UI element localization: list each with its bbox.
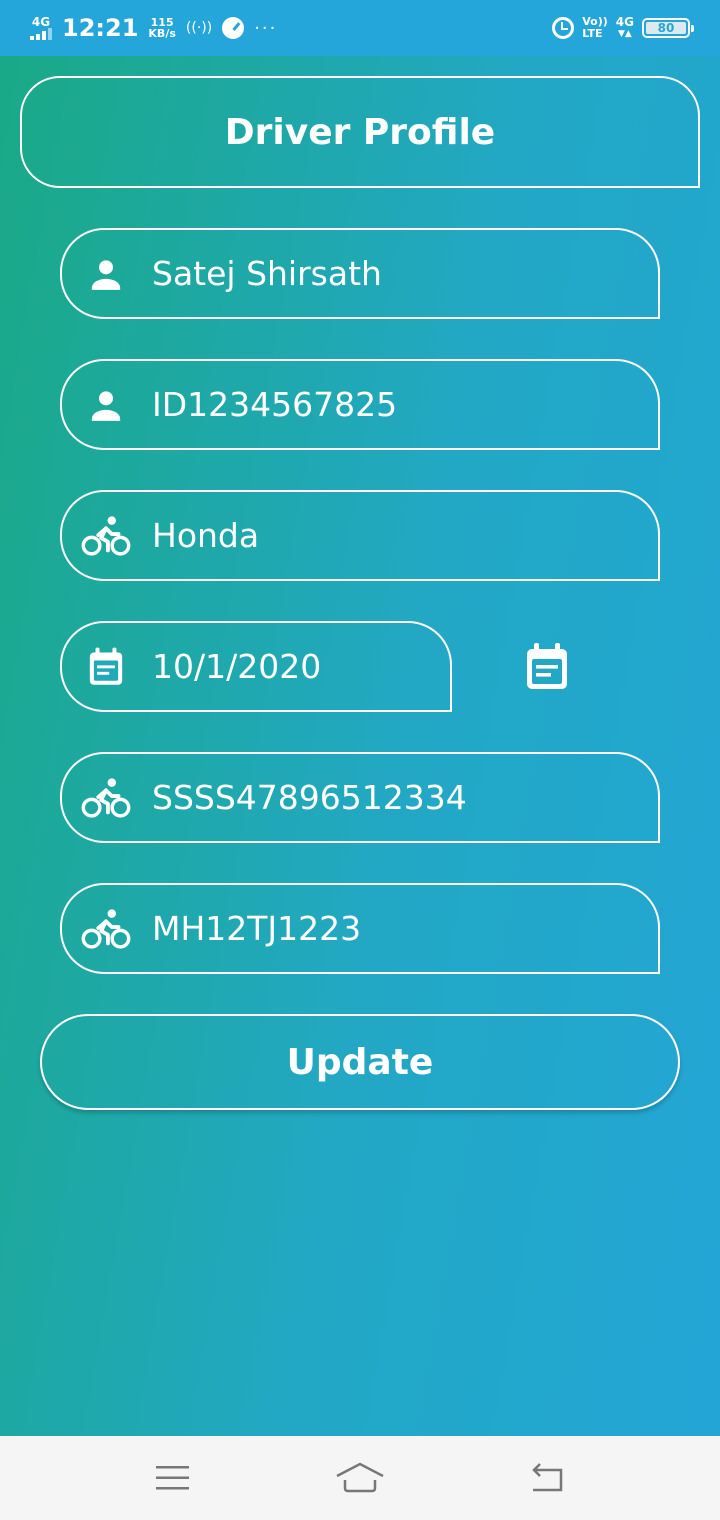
driver-id-field[interactable]: ID1234567825 [60,359,660,450]
signal-icon [30,28,52,40]
bike-icon [80,903,132,955]
person-icon [80,379,132,431]
speed-unit: KB/s [148,27,176,40]
license-number-value: SSSS47896512334 [152,778,467,817]
back-button[interactable] [517,1453,577,1503]
license-number-field[interactable]: SSSS47896512334 [60,752,660,843]
menu-button[interactable] [143,1453,203,1503]
update-button-label: Update [286,1041,434,1083]
network-label: 4G [31,15,51,29]
battery-icon: 80 [642,18,694,38]
hotspot-icon: ((·)) [185,20,213,36]
network-speed: 115 KB/s [148,17,175,39]
page-title: Driver Profile [224,111,496,153]
back-icon [531,1463,562,1492]
status-bar: 4G 12:21 115 KB/s ((·)) ··· Vo)) LTE 4G … [0,0,720,56]
update-button[interactable]: Update [40,1014,680,1110]
vehicle-number-field[interactable]: MH12TJ1223 [60,883,660,974]
name-value: Satej Shirsath [152,254,382,293]
vehicle-make-value: Honda [152,516,260,555]
date-value: 10/1/2020 [152,647,322,686]
status-time: 12:21 [62,14,139,42]
bike-icon [80,510,132,562]
mobile-data-indicator: 4G ▼▲ [616,16,634,40]
vehicle-make-field[interactable]: Honda [60,490,660,581]
driver-id-value: ID1234567825 [152,385,398,424]
battery-level: 80 [646,22,686,35]
network-indicator: 4G [30,16,52,40]
home-icon [336,1462,384,1493]
speedometer-icon [222,17,245,39]
alarm-icon [552,17,575,39]
status-left: 4G 12:21 115 KB/s ((·)) ··· [30,14,277,42]
home-button[interactable] [330,1453,390,1503]
calendar-icon [523,641,571,697]
bike-icon [80,772,132,824]
header-card: Driver Profile [20,76,700,188]
system-nav-bar [0,1436,720,1520]
person-icon [80,248,132,300]
menu-icon [156,1466,190,1490]
status-right: Vo)) LTE 4G ▼▲ 80 [552,16,694,40]
app-screen [0,0,720,1436]
calendar-picker-button[interactable] [518,640,576,698]
data-arrows-icon: ▼▲ [617,29,632,39]
date-field[interactable]: 10/1/2020 [60,621,452,712]
vehicle-number-value: MH12TJ1223 [152,909,362,948]
volte-indicator: Vo)) LTE [582,16,608,40]
mobile-data-label: 4G [615,15,634,29]
more-notifications-icon: ··· [254,17,278,39]
lte-label: LTE [582,27,603,40]
name-field[interactable]: Satej Shirsath [60,228,660,319]
calendar-icon [80,641,132,693]
